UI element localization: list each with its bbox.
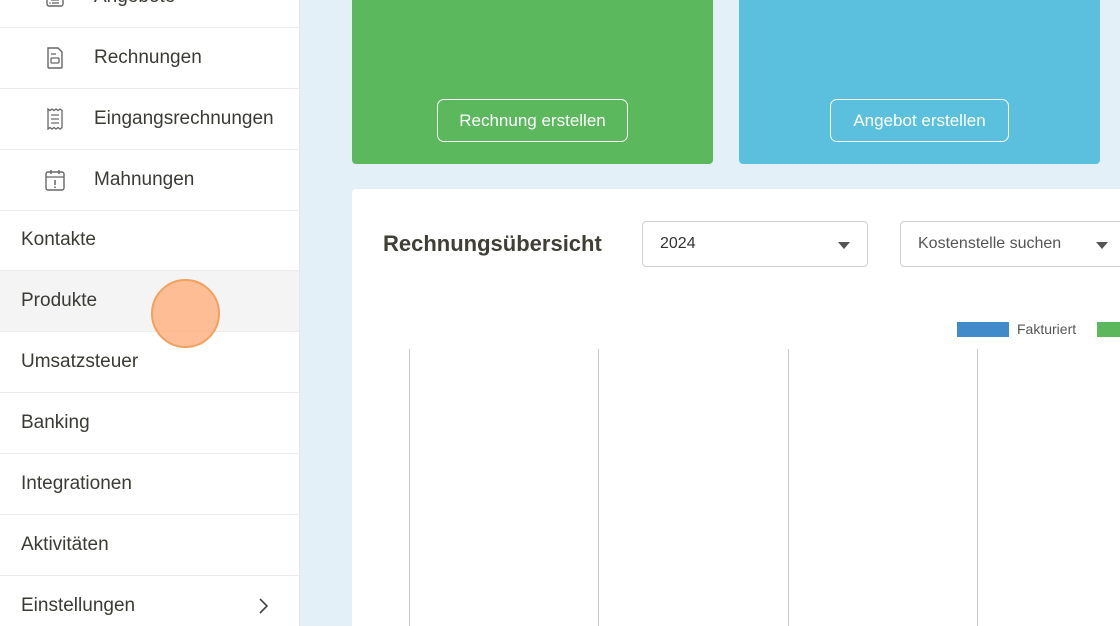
sidebar-item-umsatzsteuer[interactable]: Umsatzsteuer (0, 332, 299, 393)
sidebar-item-label: Integrationen (21, 473, 132, 494)
sidebar-item-rechnungen[interactable]: Rechnungen (0, 28, 299, 89)
caret-down-icon (838, 242, 850, 249)
offer-list-icon (44, 0, 66, 8)
sidebar-item-label: Kontakte (21, 229, 96, 250)
year-select[interactable]: 2024 (642, 221, 868, 267)
legend-label: Fakturiert (1017, 321, 1077, 337)
sidebar-item-label: Einstellungen (21, 595, 136, 616)
panel-title: Rechnungsübersicht (383, 231, 602, 256)
chart-legend-item-fakturiert[interactable]: Fakturiert (957, 320, 1076, 338)
cost-center-select[interactable]: Kostenstelle suchen (900, 221, 1120, 267)
create-offer-button[interactable]: Angebot erstellen (830, 99, 1009, 142)
chart-gridline (788, 349, 789, 626)
click-indicator (151, 279, 220, 348)
chart-gridline (598, 349, 599, 626)
sidebar-item-kontakte[interactable]: Kontakte (0, 210, 299, 271)
chevron-right-icon (253, 596, 273, 616)
create-invoice-button[interactable]: Rechnung erstellen (437, 99, 628, 142)
sidebar-item-label: Mahnungen (94, 169, 195, 190)
legend-swatch (957, 321, 1009, 337)
sidebar-item-eingangsrechnungen[interactable]: Eingangsrechnungen (0, 89, 299, 150)
sidebar-item-label: Aktivitäten (21, 534, 109, 555)
invoice-card: Rechnung erstellen (352, 0, 713, 164)
chart-gridline (409, 349, 410, 626)
sidebar-item-angebote[interactable]: Angebote (0, 0, 299, 28)
invoice-document-icon (44, 47, 66, 69)
year-select-value: 2024 (660, 235, 696, 252)
sidebar-item-label: Eingangsrechnungen (94, 108, 274, 129)
sidebar-item-label: Angebote (94, 0, 175, 8)
offer-card: Angebot erstellen (739, 0, 1100, 164)
sidebar-item-produkte[interactable]: Produkte (0, 271, 299, 332)
sidebar-item-mahnungen[interactable]: Mahnungen (0, 150, 299, 211)
sidebar-item-label: Rechnungen (94, 47, 202, 68)
invoice-overview-panel: Rechnungsübersicht 2024 Kostenstelle suc… (352, 189, 1120, 626)
chart-legend-item-2[interactable] (1097, 320, 1120, 338)
legend-swatch (1097, 321, 1120, 337)
sidebar-item-aktivitaeten[interactable]: Aktivitäten (0, 515, 299, 576)
sidebar-item-einstellungen[interactable]: Einstellungen (0, 576, 299, 626)
sidebar: Angebote Rechnungen Eingangsrechnungen M… (0, 0, 300, 626)
calendar-alert-icon (44, 169, 66, 191)
sidebar-item-label: Banking (21, 412, 90, 433)
sidebar-item-integrationen[interactable]: Integrationen (0, 454, 299, 515)
chart-gridline (977, 349, 978, 626)
cost-center-placeholder: Kostenstelle suchen (918, 235, 1062, 252)
sidebar-item-label: Produkte (21, 290, 98, 311)
sidebar-item-label: Umsatzsteuer (21, 351, 139, 372)
sidebar-item-banking[interactable]: Banking (0, 393, 299, 454)
caret-down-icon (1096, 242, 1108, 249)
receipt-icon (44, 108, 66, 130)
